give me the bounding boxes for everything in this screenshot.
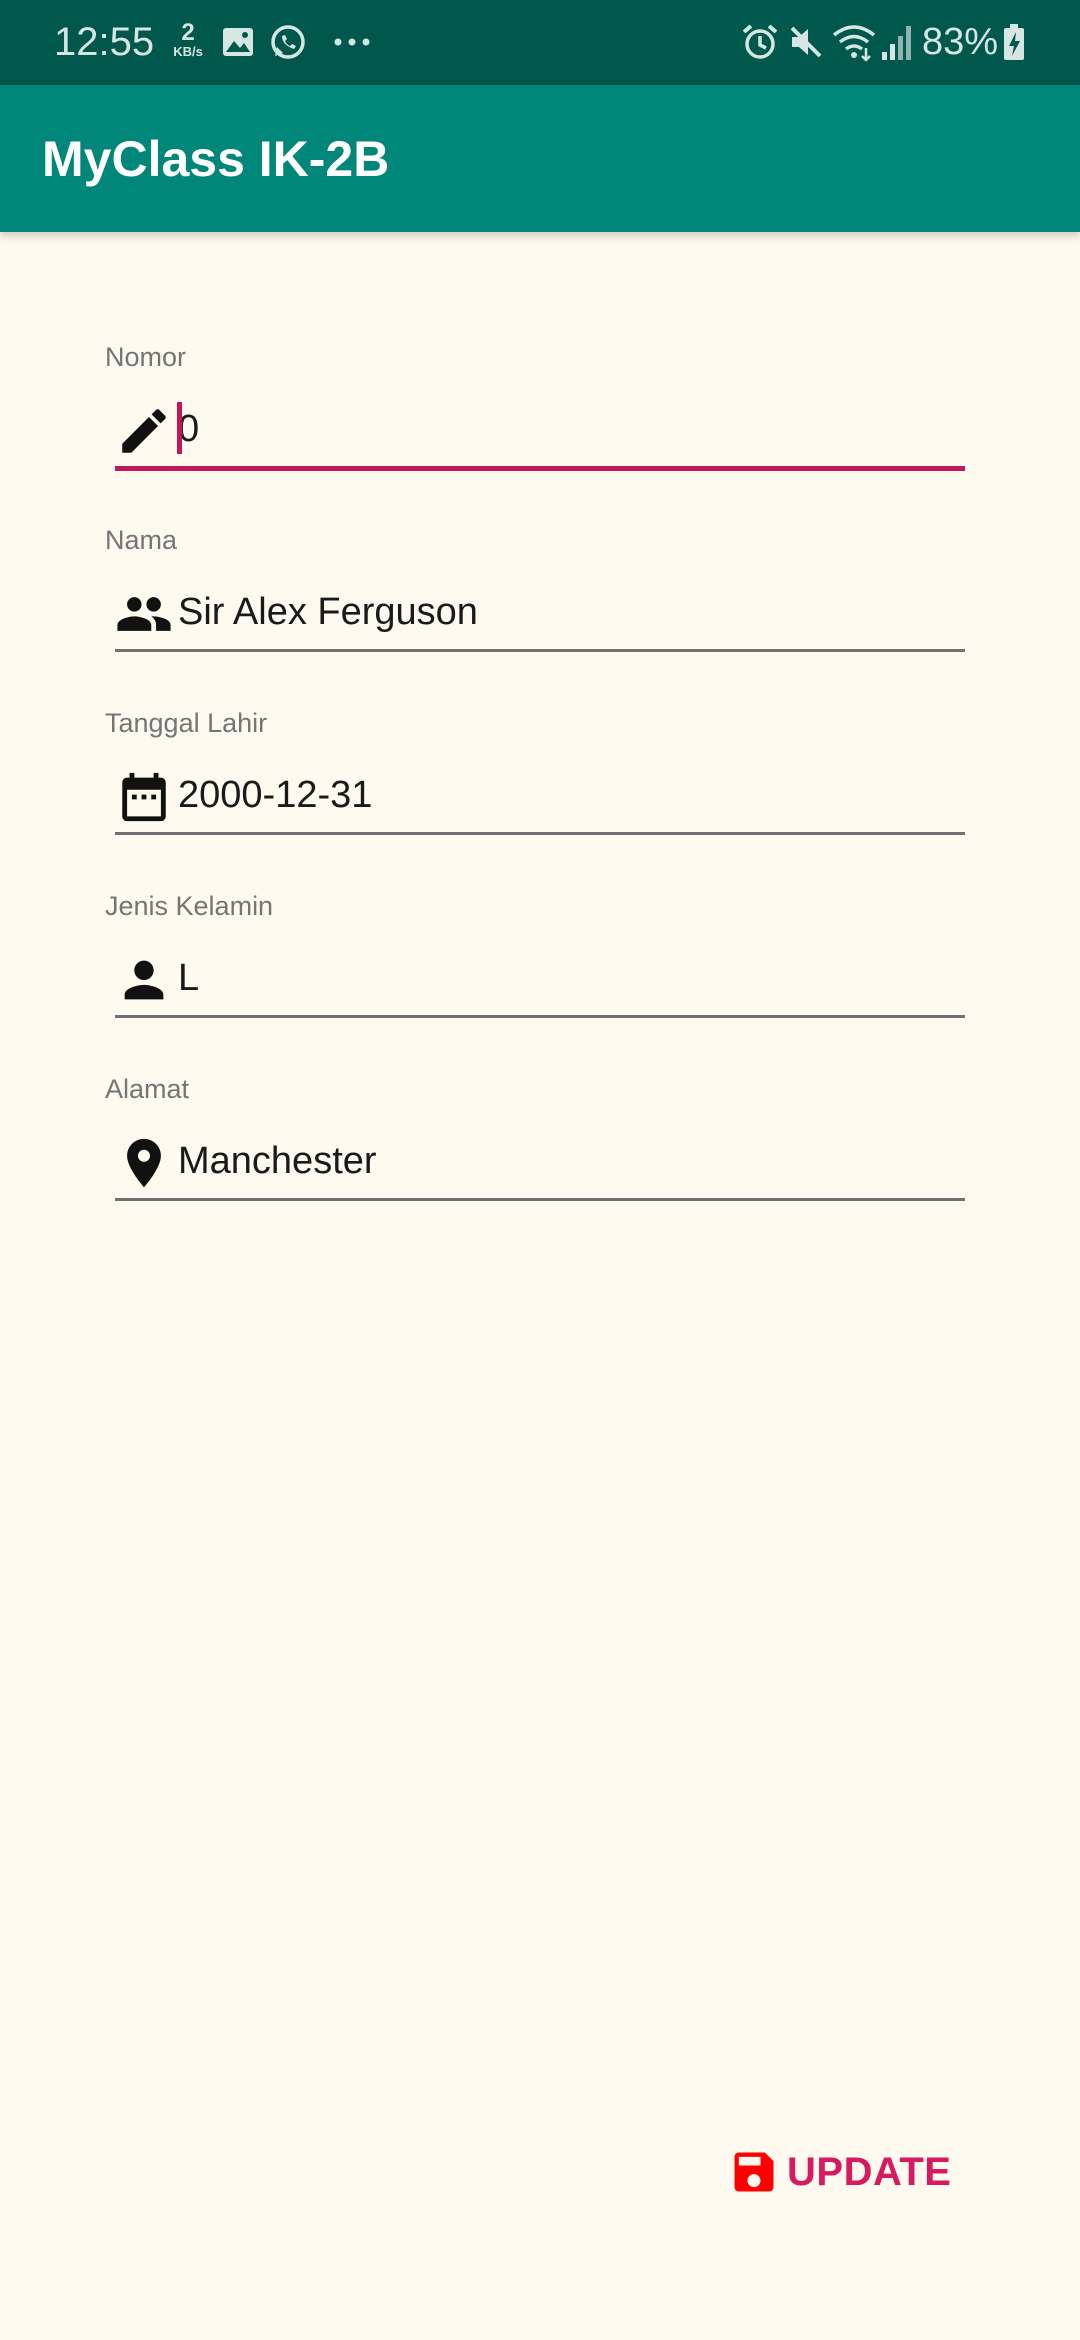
nama-label: Nama <box>105 525 178 555</box>
more-notifications-icon <box>334 38 370 46</box>
wifi-icon <box>832 25 876 62</box>
alamat-input[interactable]: Manchester <box>115 1128 965 1201</box>
alamat-value: Manchester <box>178 1140 377 1182</box>
network-speed-value: 2 <box>181 19 195 46</box>
network-speed: 2 KB/s <box>168 19 208 60</box>
status-bar: 12:55 2 KB/s 83% <box>0 0 1080 85</box>
person-icon <box>124 960 164 1000</box>
network-speed-unit: KB/s <box>173 44 203 59</box>
image-notification-icon <box>223 28 253 56</box>
location-pin-icon <box>127 1138 161 1188</box>
battery-charging-icon <box>1004 24 1024 60</box>
nama-value: Sir Alex Ferguson <box>178 591 478 633</box>
app-bar: MyClass IK-2B <box>0 85 1080 232</box>
tanggal-lahir-label: Tanggal Lahir <box>105 708 268 738</box>
battery-percentage: 83% <box>922 21 999 63</box>
app-title: MyClass IK-2B <box>42 131 390 187</box>
nama-input[interactable]: Sir Alex Ferguson <box>115 579 965 652</box>
alamat-label: Alamat <box>105 1074 190 1104</box>
calendar-icon <box>122 772 166 822</box>
update-button[interactable]: UPDATE <box>728 2142 958 2202</box>
pencil-icon <box>122 409 166 453</box>
status-time: 12:55 <box>54 20 155 64</box>
alarm-icon <box>742 24 778 59</box>
mute-icon <box>790 26 822 58</box>
tanggal-lahir-value: 2000-12-31 <box>178 774 373 816</box>
nomor-label: Nomor <box>105 342 187 372</box>
update-label: UPDATE <box>787 2150 952 2194</box>
save-icon <box>734 2152 774 2192</box>
jenis-kelamin-value: L <box>178 957 200 999</box>
nomor-input[interactable]: 0 <box>115 396 965 471</box>
tanggal-lahir-input[interactable]: 2000-12-31 <box>115 762 965 835</box>
signal-icon <box>882 26 911 60</box>
jenis-kelamin-label: Jenis Kelamin <box>105 891 274 921</box>
people-icon <box>117 597 171 631</box>
whatsapp-icon <box>271 25 305 59</box>
jenis-kelamin-input[interactable]: L <box>115 945 965 1018</box>
text-cursor <box>177 402 182 454</box>
